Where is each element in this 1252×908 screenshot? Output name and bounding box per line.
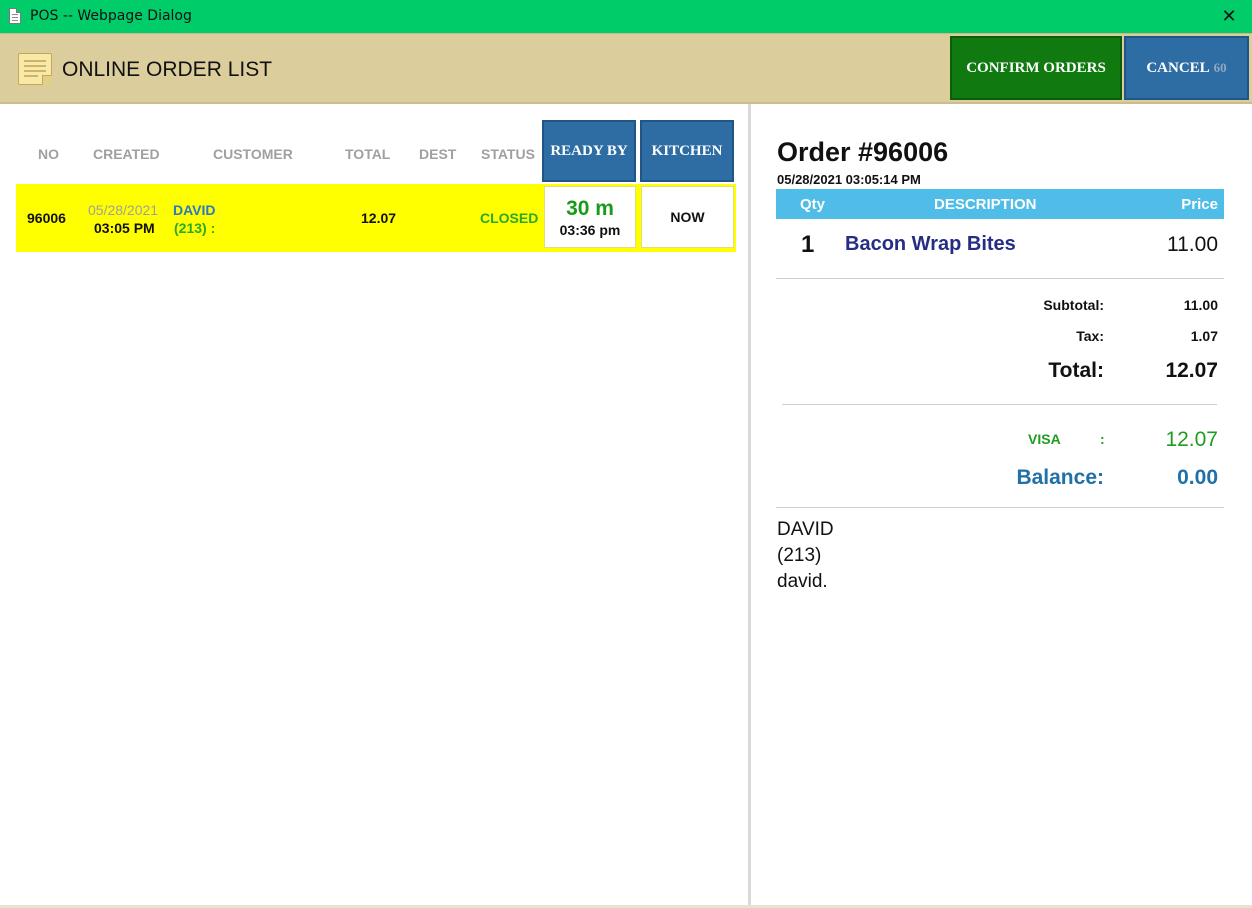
subtotal-label: Subtotal: — [1043, 297, 1104, 313]
column-header-status: STATUS — [481, 146, 535, 162]
confirm-orders-button[interactable]: CONFIRM ORDERS — [950, 36, 1122, 100]
item-price: 11.00 — [1167, 233, 1218, 256]
column-header-dest: DEST — [419, 146, 457, 162]
items-header-qty: Qty — [800, 196, 826, 213]
order-datetime: 05/28/2021 03:05:14 PM — [777, 172, 921, 187]
ready-by-label: READY BY — [550, 142, 628, 159]
balance-label: Balance: — [1016, 466, 1104, 489]
detail-customer-name: DAVID — [777, 519, 834, 540]
window-title: POS -- Webpage Dialog — [30, 8, 192, 24]
order-total: 12.07 — [361, 210, 397, 226]
column-header-total: TOTAL — [345, 146, 391, 162]
balance-separator — [776, 507, 1224, 508]
order-title: Order #96006 — [777, 137, 949, 167]
cancel-button[interactable]: CANCEL 60 — [1124, 36, 1249, 100]
tax-label: Tax: — [1076, 328, 1104, 344]
document-icon — [9, 8, 21, 24]
total-label: Total: — [1048, 359, 1104, 382]
ready-time: 03:36 pm — [559, 222, 621, 238]
column-header-customer: CUSTOMER — [213, 146, 293, 162]
customer-phone: (213) : — [174, 220, 216, 236]
subtotal-value: 11.00 — [1183, 297, 1218, 313]
payment-method: VISA — [1028, 431, 1061, 447]
detail-customer-phone: (213) — [777, 545, 822, 566]
payment-amount: 12.07 — [1165, 428, 1218, 451]
close-icon[interactable]: ✕ — [1220, 6, 1238, 26]
kitchen-cell[interactable]: NOW — [641, 186, 734, 248]
page-header: ONLINE ORDER LIST CONFIRM ORDERS CANCEL … — [0, 33, 1252, 104]
order-status: CLOSED — [480, 210, 539, 226]
kitchen-button[interactable]: KITCHEN — [640, 120, 734, 182]
item-description: Bacon Wrap Bites — [845, 233, 1016, 255]
customer-name: DAVID — [173, 202, 216, 218]
column-header-no: NO — [38, 146, 59, 162]
column-header-created: CREATED — [93, 146, 160, 162]
totals-separator — [782, 404, 1217, 405]
kitchen-value: NOW — [670, 209, 705, 225]
items-separator — [776, 278, 1224, 279]
ready-by-button[interactable]: READY BY — [542, 120, 636, 182]
tax-value: 1.07 — [1190, 328, 1218, 344]
items-header-price: Price — [1181, 196, 1218, 213]
order-list-panel: NO CREATED CUSTOMER TOTAL DEST STATUS RE… — [2, 104, 748, 908]
ready-minutes: 30 m — [566, 197, 614, 220]
total-value: 12.07 — [1165, 359, 1218, 382]
order-number: 96006 — [27, 210, 66, 226]
cancel-countdown: 60 — [1213, 60, 1227, 75]
item-qty: 1 — [801, 231, 815, 258]
items-header-description: DESCRIPTION — [934, 196, 1037, 213]
page-title: ONLINE ORDER LIST — [62, 58, 273, 81]
cancel-label: CANCEL — [1146, 59, 1210, 76]
ready-by-cell[interactable]: 30 m 03:36 pm — [544, 186, 636, 248]
balance-value: 0.00 — [1177, 466, 1218, 489]
payment-colon: : — [1100, 431, 1105, 447]
created-date: 05/28/2021 — [88, 202, 159, 218]
detail-customer-email: david. — [777, 571, 828, 592]
confirm-orders-label: CONFIRM ORDERS — [966, 59, 1106, 76]
order-detail-panel: Order #96006 05/28/2021 03:05:14 PM Qty … — [751, 104, 1252, 908]
order-list-icon — [18, 53, 52, 85]
kitchen-label: KITCHEN — [651, 142, 723, 159]
table-row[interactable]: 96006 05/28/2021 03:05 PM DAVID (213) : … — [16, 184, 736, 252]
created-time: 03:05 PM — [94, 220, 155, 236]
items-header: Qty DESCRIPTION Price — [776, 189, 1224, 219]
window-titlebar: POS -- Webpage Dialog ✕ — [0, 0, 1252, 33]
